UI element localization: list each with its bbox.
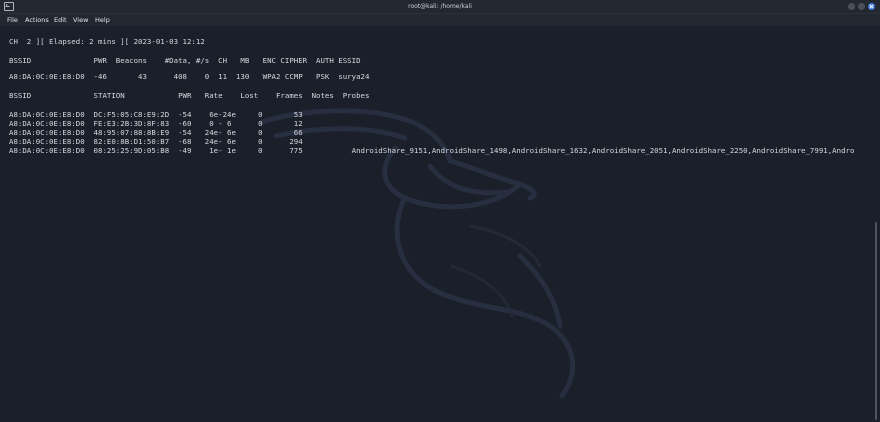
station-table-row: A8:DA:0C:0E:E8:D0 08:25:25:9D:05:B8 -49 … — [9, 146, 855, 155]
menu-actions[interactable]: Actions — [25, 14, 49, 26]
maximize-button[interactable] — [858, 3, 865, 10]
ap-table-row: A8:DA:0C:0E:E8:D0 -46 43 408 0 11 130 WP… — [9, 72, 370, 81]
minimize-button[interactable] — [848, 3, 855, 10]
menu-view[interactable]: View — [73, 14, 88, 26]
station-table-header: BSSID STATION PWR Rate Lost Frames Notes… — [9, 91, 370, 100]
window-title: root@kali: /home/kali — [408, 3, 472, 10]
menu-edit[interactable]: Edit — [54, 14, 67, 26]
menu-bar: File Actions Edit View Help — [0, 14, 880, 26]
ap-table-header: BSSID PWR Beacons #Data, #/s CH MB ENC C… — [9, 56, 361, 65]
menu-file[interactable]: File — [7, 14, 18, 26]
menu-help[interactable]: Help — [95, 14, 110, 26]
kali-dragon-watermark — [259, 108, 576, 399]
status-line: CH 2 ][ Elapsed: 2 mins ][ 2023-01-03 12… — [9, 37, 205, 46]
terminal-output[interactable]: CH 2 ][ Elapsed: 2 mins ][ 2023-01-03 12… — [0, 26, 880, 422]
scrollbar[interactable] — [875, 222, 877, 420]
close-button[interactable] — [868, 3, 875, 10]
title-bar[interactable]: root@kali: /home/kali — [0, 0, 880, 14]
terminal-window: root@kali: /home/kali File Actions Edit … — [0, 0, 880, 422]
